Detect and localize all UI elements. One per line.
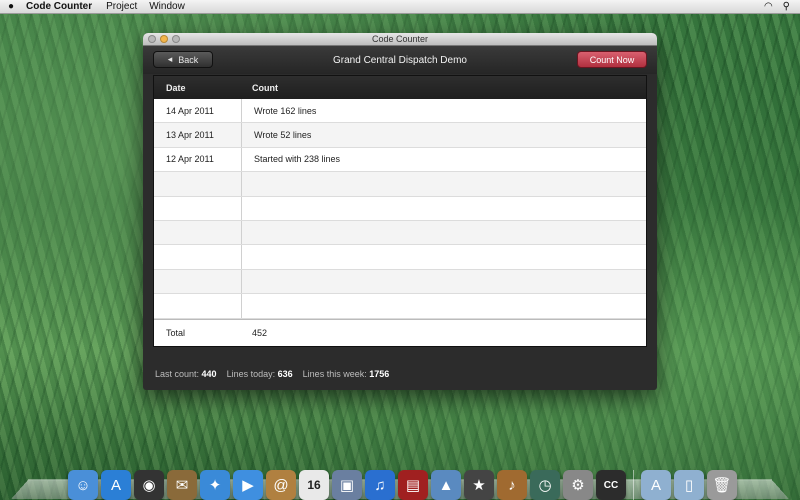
imovie-icon[interactable]: ★	[464, 470, 494, 500]
lines-today-label: Lines today:	[226, 369, 276, 379]
column-header-date[interactable]: Date	[154, 83, 242, 93]
itunes-icon[interactable]: ♫	[365, 470, 395, 500]
lines-week-value: 1756	[369, 369, 390, 379]
dashboard-icon[interactable]: ◉	[134, 470, 164, 500]
time-machine-icon[interactable]: ◷	[530, 470, 560, 500]
toolbar: ◂ Back Grand Central Dispatch Demo Count…	[143, 46, 657, 74]
lines-today-stat: Lines today: 636	[227, 369, 293, 379]
wifi-icon[interactable]: ◠	[764, 1, 773, 12]
row-count: Started with 238 lines	[254, 154, 341, 165]
table-row[interactable]	[154, 172, 646, 197]
row-date	[154, 172, 242, 196]
total-value: 452	[252, 328, 268, 338]
address-book-icon[interactable]: @	[266, 470, 296, 500]
table-row[interactable]: 14 Apr 2011 Wrote 162 lines	[154, 99, 646, 124]
menu-bar: ● Code Counter Project Window ◠ ⚲	[0, 0, 800, 14]
facetime-icon[interactable]: ▶	[233, 470, 263, 500]
documents-folder-icon[interactable]: ▯	[674, 470, 704, 500]
count-now-button[interactable]: Count Now	[577, 51, 647, 68]
row-date	[154, 269, 242, 294]
column-header-count[interactable]: Count	[242, 83, 278, 93]
garageband-icon[interactable]: ♪	[497, 470, 527, 500]
minimize-window-icon[interactable]	[160, 35, 168, 43]
table-header: Date Count	[154, 76, 646, 99]
window-title: Code Counter	[371, 34, 429, 44]
system-preferences-icon[interactable]: ⚙	[563, 470, 593, 500]
apple-menu-icon[interactable]: ●	[0, 1, 22, 12]
dock-separator	[633, 470, 634, 500]
table-row[interactable]	[154, 196, 646, 221]
lines-week-label: Lines this week:	[302, 369, 367, 379]
app-store-icon[interactable]: A	[101, 470, 131, 500]
row-date	[154, 220, 242, 245]
table-row[interactable]	[154, 220, 646, 246]
row-date	[154, 196, 242, 220]
window-titlebar[interactable]: Code Counter	[143, 33, 657, 46]
zoom-window-icon[interactable]	[172, 35, 180, 43]
safari-icon[interactable]: ✦	[200, 470, 230, 500]
row-date	[154, 294, 242, 318]
history-table: Date Count 14 Apr 2011 Wrote 162 lines 1…	[153, 75, 647, 347]
table-footer: Total 452	[154, 319, 646, 346]
row-count: Wrote 52 lines	[254, 130, 312, 141]
row-date: 12 Apr 2011	[154, 147, 242, 172]
lines-today-value: 636	[277, 369, 293, 379]
table-body: 14 Apr 2011 Wrote 162 lines 13 Apr 2011 …	[154, 99, 646, 319]
table-row[interactable]: 12 Apr 2011 Started with 238 lines	[154, 147, 646, 173]
back-button-label: Back	[178, 54, 199, 65]
last-count-label: Last count:	[155, 369, 200, 379]
table-row[interactable]	[154, 269, 646, 295]
status-bar: Last count: 440 Lines today: 636 Lines t…	[155, 369, 389, 379]
menu-window[interactable]: Window	[143, 1, 191, 12]
row-date	[154, 245, 242, 269]
close-window-icon[interactable]	[148, 35, 156, 43]
last-count-stat: Last count: 440	[155, 369, 217, 379]
code-counter-icon[interactable]: CC	[596, 470, 626, 500]
finder-icon[interactable]: ☺	[68, 470, 98, 500]
arrow-left-icon: ◂	[167, 54, 173, 64]
last-count-value: 440	[201, 369, 217, 379]
table-row[interactable]	[154, 245, 646, 270]
applications-folder-icon[interactable]: A	[641, 470, 671, 500]
table-row[interactable]: 13 Apr 2011 Wrote 52 lines	[154, 123, 646, 148]
row-date: 14 Apr 2011	[154, 99, 242, 123]
project-title: Grand Central Dispatch Demo	[333, 54, 467, 66]
dock: ☺ A ◉ ✉ ✦ ▶ @16 ▣ ♫ ▤ ▲ ★ ♪ ◷ ⚙ CC A ▯ 🗑	[30, 454, 775, 500]
iphoto-icon[interactable]: ▲	[431, 470, 461, 500]
table-row[interactable]	[154, 294, 646, 319]
back-button[interactable]: ◂ Back	[153, 51, 213, 68]
calendar-icon[interactable]: 16	[299, 470, 329, 500]
spotlight-icon[interactable]: ⚲	[783, 1, 790, 12]
trash-icon[interactable]: 🗑	[707, 470, 737, 500]
lines-week-stat: Lines this week: 1756	[303, 369, 390, 379]
menu-project[interactable]: Project	[100, 1, 143, 12]
photo-booth-icon[interactable]: ▤	[398, 470, 428, 500]
row-date: 13 Apr 2011	[154, 123, 242, 147]
menu-app-name[interactable]: Code Counter	[22, 1, 100, 12]
preview-icon[interactable]: ▣	[332, 470, 362, 500]
mail-stamp-icon[interactable]: ✉	[167, 470, 197, 500]
total-label: Total	[166, 328, 186, 338]
code-counter-window: Code Counter ◂ Back Grand Central Dispat…	[143, 33, 657, 390]
row-count: Wrote 162 lines	[254, 105, 317, 116]
